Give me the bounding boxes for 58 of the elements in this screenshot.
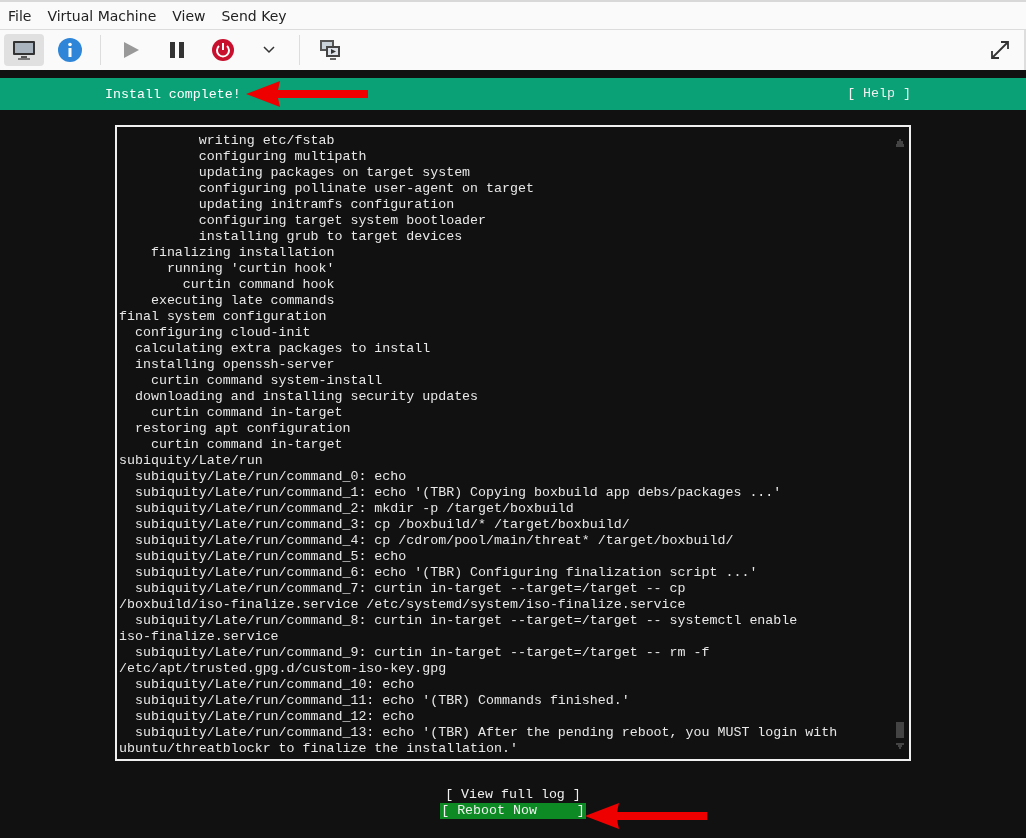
log-line: calculating extra packages to install [133,341,431,357]
install-status-title: Install complete! [105,86,241,102]
log-line: installing grub to target devices [197,229,463,245]
pause-icon [169,41,185,59]
log-line: updating packages on target system [197,165,471,181]
scroll-up-icon[interactable] [896,139,904,147]
log-line: curtin command in-target [149,437,343,453]
log-line: subiquity/Late/run/command_8: curtin in-target --target=/target -- systemctl enable [133,613,798,629]
log-line: subiquity/Late/run/command_5: echo [133,549,407,565]
log-line: iso-finalize.service [119,629,279,645]
log-line: /boxbuild/iso-finalize.service /etc/systemd/system/iso-finalize.service [119,597,686,613]
play-icon [122,41,140,59]
monitor-icon [12,39,36,61]
menu-item[interactable]: File [8,7,32,24]
log-line: subiquity/Late/run/command_4: cp /cdrom/pool/main/threat* /target/boxbuild/ [133,533,734,549]
menu-button[interactable]: [ Reboot Now ] [440,803,586,819]
log-line: configuring pollinate user-agent on target [197,181,534,197]
log-line: subiquity/Late/run/command_13: echo '(TBR) After the pending reboot, you MUST login with [133,725,838,741]
log-line: restoring apt configuration [133,421,351,437]
log-line: installing openssh-server [133,357,335,373]
screens-icon [319,39,341,61]
log-line: subiquity/Late/run/command_11: echo '(TBR) Commands finished.' [133,693,630,709]
scroll-down-icon[interactable] [896,743,904,749]
log-line: configuring cloud-init [133,325,311,341]
chevron-down-icon [263,46,275,54]
log-line: configuring target system bootloader [197,213,487,229]
log-line: curtin command hook [181,277,335,293]
log-line: subiquity/Late/run/command_10: echo [133,677,415,693]
log-line: finalizing installation [149,245,335,261]
log-line: curtin command in-target [149,405,343,421]
log-line: subiquity/Late/run/command_2: mkdir -p /target/boxbuild [133,501,574,517]
info-icon [57,37,83,63]
log-line: curtin command system-install [149,373,383,389]
log-line: subiquity/Late/run [119,453,263,469]
log-line: /etc/apt/trusted.gpg.d/custom-iso-key.gpg [119,661,447,677]
log-line: subiquity/Late/run/command_1: echo '(TBR) Copying boxbuild app debs/packages ...' [133,485,782,501]
menu-item[interactable]: Send Key [221,7,287,24]
log-line: ubuntu/threatblockr to finalize the installation.' [119,741,518,757]
log-line: executing late commands [149,293,335,309]
menu-item[interactable]: View [172,7,206,24]
log-line: writing etc/fstab [197,133,335,149]
log-line: subiquity/Late/run/command_12: echo [133,709,415,725]
console-button[interactable] [4,34,44,66]
log-line: subiquity/Late/run/command_0: echo [133,469,407,485]
fullscreen-icon [989,39,1011,61]
log-line: subiquity/Late/run/command_9: curtin in-target --target=/target -- rm -f [133,645,710,661]
log-line: running 'curtin hook' [165,261,335,277]
log-line: subiquity/Late/run/command_6: echo '(TBR) Configuring finalization script ...' [133,565,758,581]
log-line: downloading and installing security updates [133,389,479,405]
log-line: subiquity/Late/run/command_3: cp /boxbuild/* /target/boxbuild/ [133,517,630,533]
menu-item[interactable]: Virtual Machine [47,7,157,24]
log-line: subiquity/Late/run/command_7: curtin in-target --target=/target -- cp [133,581,686,597]
log-line: final system configuration [119,309,327,325]
scrollbar-thumb[interactable] [896,722,904,738]
menu-button[interactable]: [ View full log ] [444,787,582,803]
power-icon [211,38,235,62]
log-line: updating initramfs configuration [197,197,455,213]
log-line: configuring multipath [197,149,367,165]
